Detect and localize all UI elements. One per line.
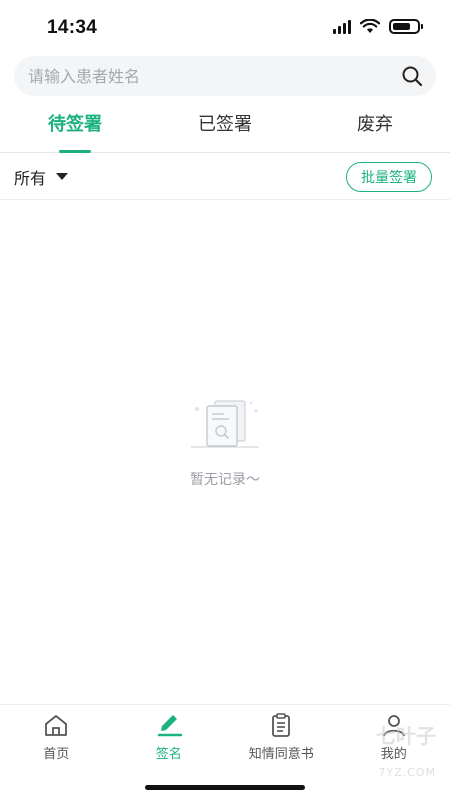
nav-item-home[interactable]: 首页: [0, 705, 113, 800]
home-indicator: [145, 785, 305, 790]
clipboard-icon: [272, 713, 291, 737]
status-time: 14:34: [47, 17, 98, 38]
watermark-sub: 7YZ.COM: [378, 766, 436, 779]
empty-document-search-icon: [191, 400, 259, 448]
tab-bar: 待签署 已签署 废弃: [0, 100, 450, 153]
pen-icon: [157, 715, 182, 737]
filter-dropdown[interactable]: 所有: [14, 165, 69, 189]
nav-item-label: 知情同意书: [248, 747, 314, 762]
search-icon[interactable]: [400, 64, 424, 88]
nav-item-label: 签名: [155, 747, 182, 762]
watermark-text: 七叶子: [376, 724, 436, 748]
nav-item-label: 首页: [43, 747, 70, 762]
batch-sign-button[interactable]: 批量签署: [346, 161, 432, 192]
search-input[interactable]: [28, 66, 400, 86]
tab-pending[interactable]: 待签署: [0, 100, 150, 153]
caret-down-icon: [56, 173, 69, 180]
filter-bar: 所有 批量签署: [0, 154, 450, 200]
watermark: 七叶子: [376, 720, 436, 749]
empty-state-text: 暂无记录～: [190, 472, 260, 488]
tab-signed[interactable]: 已签署: [150, 100, 300, 152]
signal-icon: [333, 19, 351, 34]
search-bar: [14, 56, 436, 96]
empty-state: 暂无记录～: [0, 395, 450, 489]
status-bar: 14:34: [0, 0, 450, 56]
tab-discarded[interactable]: 废弃: [300, 100, 450, 152]
battery-icon: [389, 19, 423, 34]
home-icon: [45, 715, 68, 736]
wifi-icon: [360, 19, 380, 33]
filter-dropdown-value: 所有: [14, 168, 47, 188]
status-icons: [333, 19, 423, 34]
